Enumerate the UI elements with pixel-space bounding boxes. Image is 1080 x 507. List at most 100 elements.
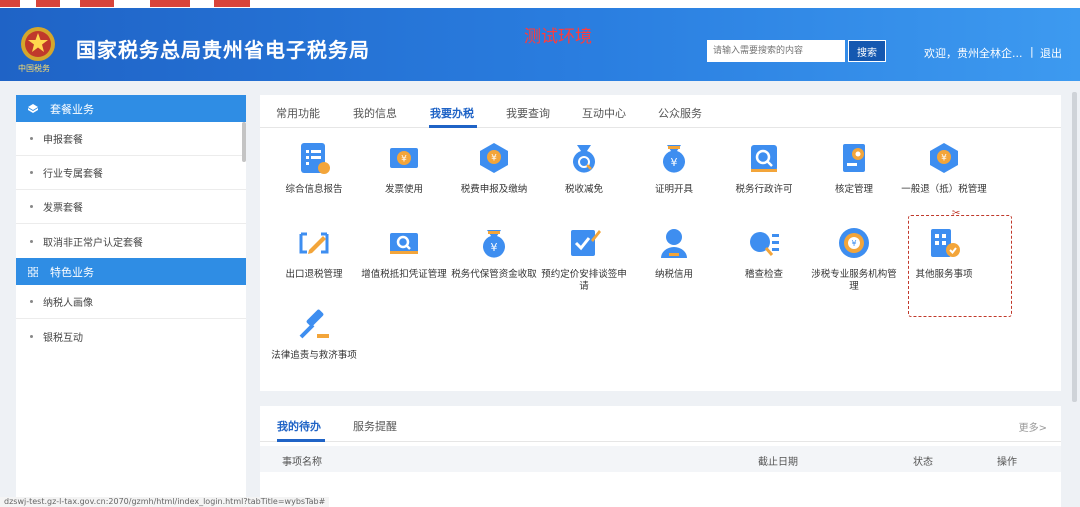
tile-label: 纳税信用 (654, 269, 693, 280)
todo-table-header: 事项名称 截止日期 状态 操作 (260, 446, 1061, 472)
vat-deduction-icon (390, 233, 418, 254)
tile-invoice[interactable]: ¥ 发票使用 (359, 141, 449, 196)
tab-common[interactable]: 常用功能 (276, 105, 320, 121)
tile-refund[interactable]: ¥ 一般退（抵）税管理 (899, 141, 989, 196)
export-refund-icon (299, 232, 329, 254)
bullet-icon (30, 205, 33, 208)
tile-custody-fund[interactable]: ¥ 税务代保管资金收取 (449, 226, 539, 281)
svg-text:¥: ¥ (401, 155, 407, 165)
sidebar-item-invoice-package[interactable]: 发票套餐 (16, 190, 246, 224)
tile-label: 税务代保管资金收取 (451, 269, 537, 280)
tile-info-report[interactable]: 综合信息报告 (269, 141, 359, 196)
sidebar-item-declare-package[interactable]: 申报套餐 (16, 122, 246, 156)
col-action: 操作 (997, 457, 1017, 468)
search-input[interactable] (707, 40, 845, 62)
tab-my-todo[interactable]: 我的待办 (277, 418, 321, 434)
tile-label: 税务行政许可 (735, 184, 793, 195)
admin-permit-icon (751, 145, 777, 172)
sidebar-item-taxpayer-profile[interactable]: 纳税人画像 (16, 285, 246, 319)
bullet-icon (30, 334, 33, 338)
logout-link[interactable]: 退出 (1040, 45, 1062, 61)
sidebar-item-label: 银税互动 (43, 332, 83, 344)
tile-agency[interactable]: ¥ 涉税专业服务机构管理 (809, 226, 899, 293)
report-icon (301, 143, 330, 174)
tile-assessment[interactable]: 核定管理 (809, 141, 899, 196)
bullet-icon (30, 137, 33, 140)
grid-icon (28, 266, 38, 277)
col-item-name: 事项名称 (282, 457, 322, 468)
search-button[interactable]: 搜索 (848, 40, 886, 62)
highlight-box (908, 215, 1012, 317)
tax-emblem-icon (21, 27, 55, 61)
package-icon (28, 103, 38, 113)
sidebar-section-feature[interactable]: 特色业务 (16, 258, 246, 285)
sidebar-item-label: 申报套餐 (43, 135, 83, 146)
tax-declare-icon: ¥ (480, 143, 508, 173)
tab-public-service[interactable]: 公众服务 (658, 105, 702, 121)
tab-interaction[interactable]: 互动中心 (582, 105, 626, 121)
todo-panel: 我的待办 服务提醒 更多> 事项名称 截止日期 状态 操作 (260, 406, 1061, 507)
tax-reduction-icon (573, 145, 595, 173)
svg-text:¥: ¥ (851, 239, 856, 248)
header-separator: | (1030, 45, 1034, 58)
svg-text:¥: ¥ (671, 156, 678, 169)
active-tab-indicator (277, 439, 325, 442)
site-title: 国家税务总局贵州省电子税务局 (76, 38, 370, 62)
sidebar-item-bank-tax[interactable]: 银税互动 (16, 319, 246, 353)
status-url: dzswj-test.gz-l-tax.gov.cn:2070/gzmh/htm… (0, 497, 330, 507)
pricing-agreement-icon (571, 230, 601, 256)
tile-label: 核定管理 (834, 184, 873, 195)
tile-certificate[interactable]: ¥ 证明开具 (629, 141, 719, 196)
sidebar-item-label: 行业专属套餐 (43, 169, 103, 180)
tab-service-reminder[interactable]: 服务提醒 (353, 418, 397, 434)
tile-label: 出口退税管理 (285, 269, 343, 280)
tab-my-info[interactable]: 我的信息 (353, 105, 397, 121)
tile-inspection[interactable]: 稽查检查 (719, 226, 809, 281)
tile-label: 预约定价安排谈签申请 (541, 269, 627, 292)
legal-icon (299, 309, 329, 339)
sidebar-item-industry-package[interactable]: 行业专属套餐 (16, 156, 246, 190)
tab-bar: 常用功能 我的信息 我要办税 我要查询 互动中心 公众服务 (260, 95, 1061, 128)
tile-label: 综合信息报告 (285, 184, 343, 195)
sidebar-section-package[interactable]: 套餐业务 (16, 95, 246, 122)
tile-label: 税费申报及缴纳 (460, 184, 528, 195)
tile-vat-deduction[interactable]: 增值税抵扣凭证管理 (359, 226, 449, 281)
tile-label: 增值税抵扣凭证管理 (361, 269, 447, 280)
tile-export-refund[interactable]: 出口退税管理 (269, 226, 359, 281)
svg-text:¥: ¥ (491, 154, 497, 164)
tile-tax-credit[interactable]: 纳税信用 (629, 226, 719, 281)
col-status: 状态 (913, 457, 933, 468)
bullet-icon (30, 239, 33, 243)
inspection-icon (750, 232, 779, 256)
tab-tax-handling[interactable]: 我要办税 (430, 105, 474, 121)
tile-tax-reduction[interactable]: 税收减免 (539, 141, 629, 196)
tab-query[interactable]: 我要查询 (506, 105, 550, 121)
todo-tab-bar: 我的待办 服务提醒 更多> (260, 406, 1061, 442)
tile-label: 证明开具 (654, 184, 693, 195)
header: 中国税务 国家税务总局贵州省电子税务局 测试环境 搜索 欢迎，贵州全林企... … (0, 8, 1080, 81)
tile-pricing-agreement[interactable]: 预约定价安排谈签申请 (539, 226, 629, 293)
sidebar-item-label: 取消非正常户认定套餐 (43, 237, 143, 249)
tile-tax-declare[interactable]: ¥ 税费申报及缴纳 (449, 141, 539, 196)
tile-label: 发票使用 (384, 184, 423, 195)
tile-label: 稽查检查 (744, 269, 783, 280)
sidebar-item-label: 发票套餐 (43, 203, 83, 214)
tile-admin-permit[interactable]: 税务行政许可 (719, 141, 809, 196)
agency-icon: ¥ (839, 228, 869, 258)
sidebar-scrollbar[interactable] (242, 122, 246, 162)
page-scrollbar[interactable] (1072, 92, 1077, 402)
more-link[interactable]: 更多> (1019, 419, 1047, 434)
tile-legal[interactable]: 法律追责与救济事项 (269, 307, 359, 362)
sidebar: 套餐业务 申报套餐 行业专属套餐 发票套餐 取消非正常户认定套餐 特色业务 纳税… (16, 95, 246, 507)
invoice-icon: ¥ (390, 148, 418, 168)
welcome-user[interactable]: 欢迎，贵州全林企... (924, 45, 1023, 61)
emblem-caption: 中国税务 (18, 64, 50, 73)
assessment-icon (843, 144, 865, 172)
tile-label: 法律追责与救济事项 (271, 350, 357, 361)
bullet-icon (30, 300, 33, 303)
custody-fund-icon: ¥ (483, 230, 505, 258)
certificate-icon: ¥ (663, 145, 685, 173)
sidebar-item-cancel-abnormal[interactable]: 取消非正常户认定套餐 (16, 224, 246, 258)
main-panel: 常用功能 我的信息 我要办税 我要查询 互动中心 公众服务 综合信息报告 ¥ 发… (260, 95, 1061, 391)
sidebar-item-label: 纳税人画像 (43, 298, 93, 309)
